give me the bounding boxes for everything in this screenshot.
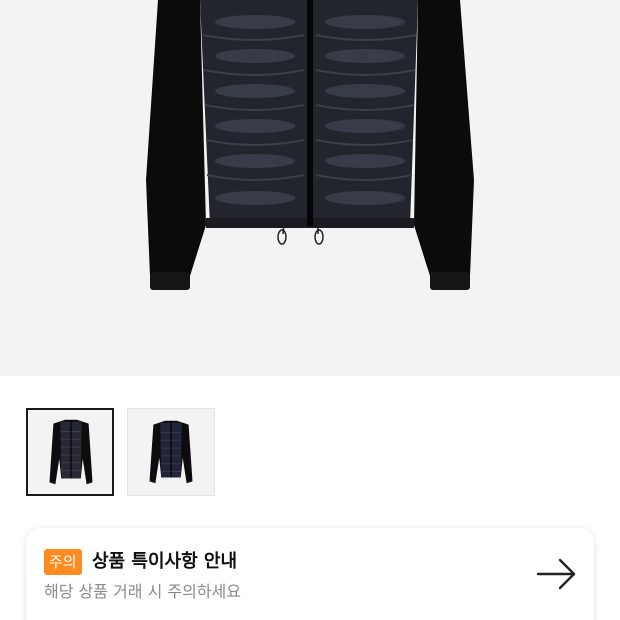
caution-badge: 주의 — [44, 549, 82, 575]
jacket-image — [146, 0, 474, 290]
jacket-thumbnail-icon — [49, 419, 93, 485]
thumbnail-1[interactable] — [26, 408, 114, 496]
notice-subtitle: 해당 상품 거래 시 주의하세요 — [44, 582, 241, 601]
notice-title: 상품 특이사항 안내 — [92, 551, 238, 572]
thumbnail-2[interactable] — [127, 408, 215, 496]
product-notice-card[interactable]: 주의 상품 특이사항 안내 해당 상품 거래 시 주의하세요 — [26, 528, 594, 620]
jacket-thumbnail-icon — [149, 420, 193, 484]
product-detail-page: 주의 상품 특이사항 안내 해당 상품 거래 시 주의하세요 — [0, 0, 620, 620]
arrow-right-icon[interactable] — [536, 557, 578, 591]
product-main-image[interactable] — [0, 0, 620, 376]
